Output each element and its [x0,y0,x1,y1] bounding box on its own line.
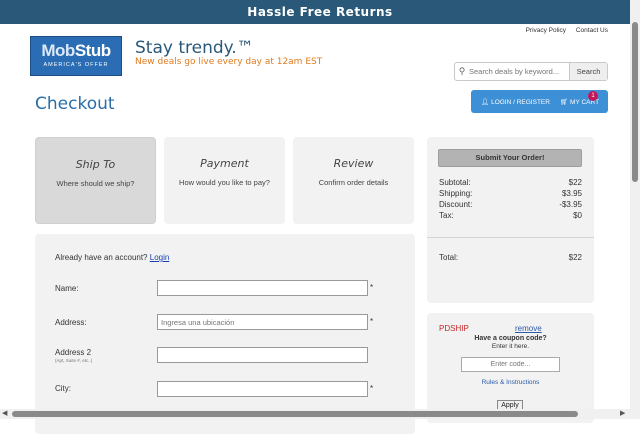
summary-value: $22 [568,178,582,187]
site-subtagline: New deals go live every day at 12am EST [135,57,323,67]
login-link[interactable]: Login [150,253,170,262]
summary-row-shipping: Shipping: $3.95 [439,189,582,198]
step-review[interactable]: Review Confirm order details [293,137,414,224]
page-title: Checkout [35,94,115,114]
city-required-mark: * [370,384,374,393]
summary-label: Shipping: [439,189,473,198]
step-description: Where should we ship? [56,179,135,188]
cart-count-badge: 1 [588,91,598,101]
step-title: Review [333,157,374,170]
coupon-instruction: Enter it here. [491,343,530,350]
summary-row-discount: Discount: -$3.95 [439,200,582,209]
summary-row-total: Total: $22 [439,253,582,262]
vertical-scroll-thumb[interactable] [632,22,638,182]
coupon-panel: PDSHIP remove Have a coupon code? Enter … [427,313,594,423]
name-required-mark: * [370,283,374,292]
horizontal-scroll-thumb[interactable] [12,411,578,417]
logo-tagline: AMERICA'S OFFER [43,62,109,68]
promo-banner: Hassle Free Returns [0,0,640,24]
login-register-label: LOGIN / REGISTER [491,98,550,106]
search-button[interactable]: Search [569,63,607,80]
privacy-policy-link[interactable]: Privacy Policy [526,27,566,34]
account-prompt: Already have an account? Login [55,253,169,262]
summary-label: Discount: [439,200,473,209]
logo-name-part2: Stub [74,41,111,60]
logo-name-part1: Mob [41,41,75,60]
submit-order-button[interactable]: Submit Your Order! [438,149,582,167]
address2-hint: (Apt, Suite #, etc..) [55,358,93,363]
site-tagline: Stay trendy.™ [135,38,254,58]
account-prompt-text: Already have an account? [55,253,148,262]
search-bar: ⚲ Search [454,62,608,81]
address-label: Address: [55,318,87,327]
step-description: How would you like to pay? [179,178,270,187]
address2-field[interactable] [157,347,368,363]
user-icon: 👤︎ [481,98,490,106]
summary-divider [427,237,594,238]
summary-value: -$3.95 [559,200,582,209]
site-logo[interactable]: MobStub AMERICA'S OFFER [30,36,122,76]
shipping-form: Already have an account? Login Name: * A… [35,234,415,434]
address-field[interactable] [157,314,368,330]
city-field[interactable] [157,381,368,397]
name-label: Name: [55,284,79,293]
summary-value: $0 [573,211,582,220]
name-field[interactable] [157,280,368,296]
remove-coupon-link[interactable]: remove [515,324,542,333]
step-description: Confirm order details [318,178,389,187]
coupon-code-input[interactable] [461,357,560,372]
step-payment[interactable]: Payment How would you like to pay? [164,137,285,224]
summary-label: Subtotal: [439,178,471,187]
applied-coupon-code: PDSHIP [439,324,469,333]
total-value: $22 [568,253,582,262]
address2-label: Address 2 [55,348,92,357]
city-label: City: [55,384,71,393]
step-ship-to[interactable]: Ship To Where should we ship? [35,137,156,224]
total-label: Total: [439,253,459,262]
top-links: Privacy Policy Contact Us [518,27,608,34]
step-title: Ship To [75,158,116,171]
scroll-left-arrow-icon[interactable]: ◀ [2,409,7,419]
summary-row-tax: Tax: $0 [439,211,582,220]
cart-icon: 🛒︎ [559,98,569,106]
summary-value: $3.95 [561,189,582,198]
coupon-question: Have a coupon code? [474,335,547,342]
search-input[interactable] [469,63,569,80]
contact-us-link[interactable]: Contact Us [576,27,608,34]
step-title: Payment [200,157,249,170]
summary-label: Tax: [439,211,454,220]
search-icon: ⚲ [458,66,466,76]
summary-row-subtotal: Subtotal: $22 [439,178,582,187]
scroll-right-arrow-icon[interactable]: ▶ [620,409,625,419]
coupon-rules-link[interactable]: Rules & Instructions [427,379,594,386]
order-summary: Submit Your Order! Subtotal: $22 Shippin… [427,137,594,303]
address-required-mark: * [370,317,374,326]
login-register-button[interactable]: 👤︎ LOGIN / REGISTER [481,98,550,106]
